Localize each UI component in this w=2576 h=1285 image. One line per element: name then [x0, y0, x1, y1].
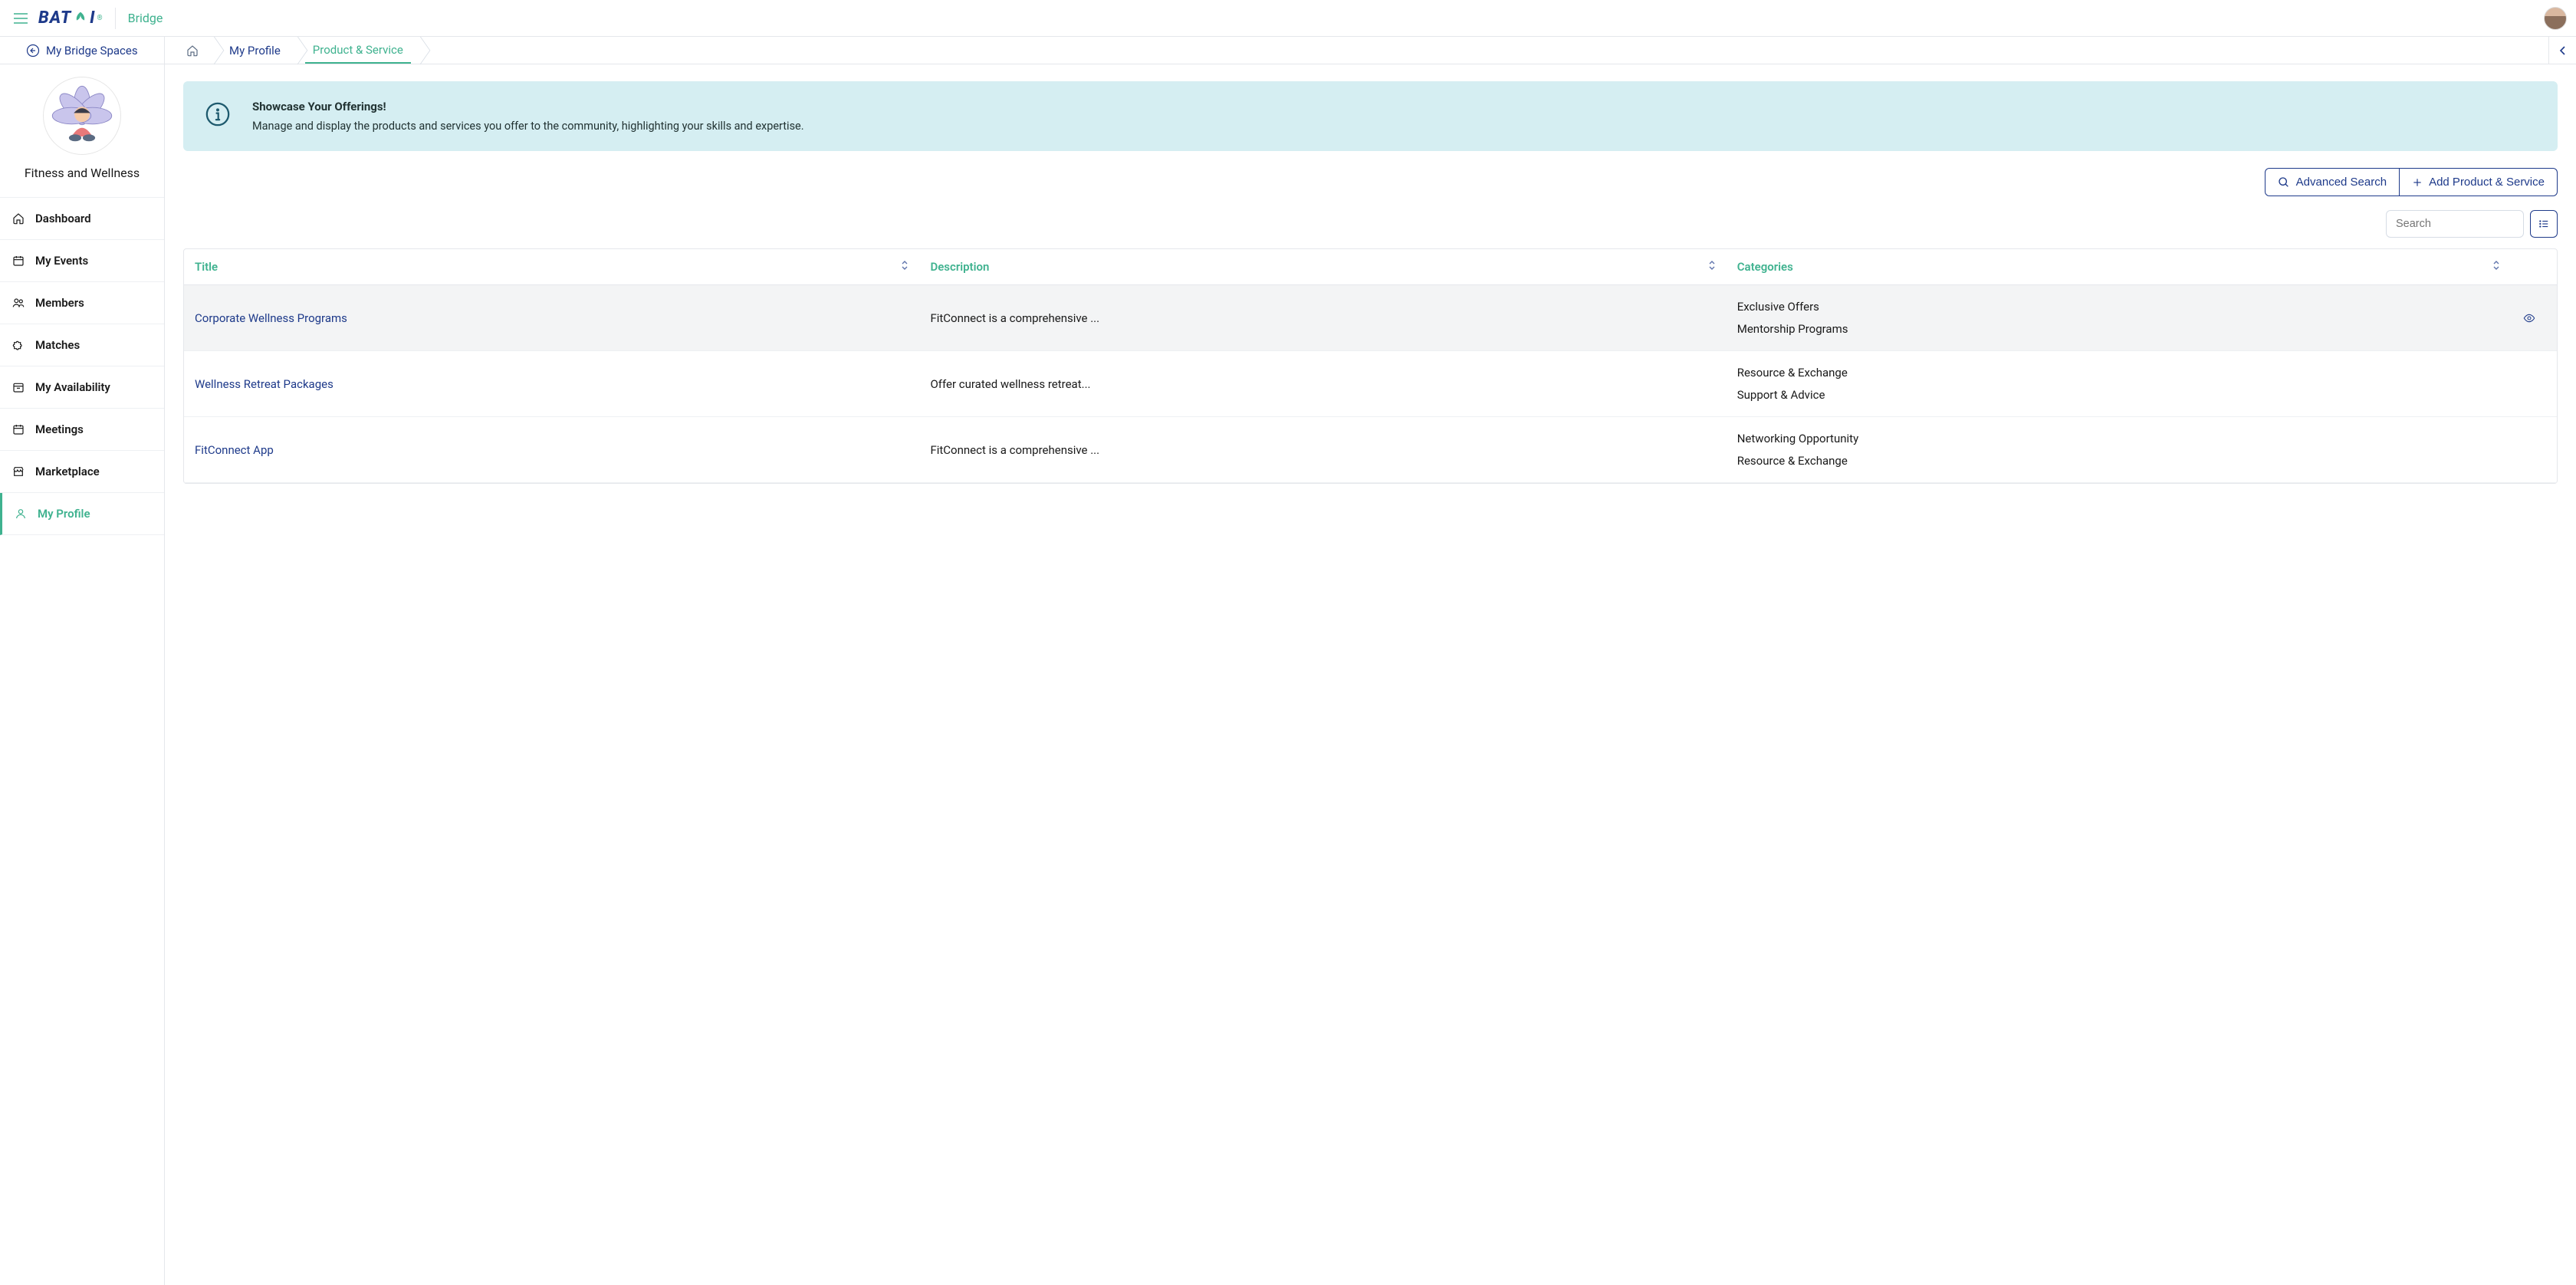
main-content: Showcase Your Offerings! Manage and disp…: [165, 64, 2576, 1285]
space-header: Fitness and Wellness: [0, 64, 164, 198]
users-icon: [12, 297, 26, 309]
breadcrumb-bar: My Bridge Spaces My Profile Product & Se…: [0, 37, 2576, 64]
sidebar-item-members: Members: [0, 282, 164, 324]
breadcrumb-product-service[interactable]: Product & Service: [305, 37, 411, 64]
app-name[interactable]: Bridge: [128, 11, 163, 25]
space-title: Fitness and Wellness: [25, 166, 140, 180]
search-input[interactable]: [2386, 210, 2524, 238]
sort-icon[interactable]: [1708, 260, 1716, 271]
row-categories: Networking OpportunityResource & Exchang…: [1727, 417, 2511, 483]
sidebar-item-label: My Events: [35, 254, 88, 268]
logo-text-1: BAT: [38, 8, 71, 28]
sidebar-nav: Dashboard My Events Members Matches My A…: [0, 198, 164, 535]
row-title-link[interactable]: Wellness Retreat Packages: [195, 377, 334, 391]
breadcrumb-my-profile[interactable]: My Profile: [222, 37, 288, 64]
space-avatar: [43, 77, 121, 155]
button-label: Add Product & Service: [2429, 176, 2545, 189]
row-categories: Resource & ExchangeSupport & Advice: [1727, 351, 2511, 417]
puzzle-icon: [12, 339, 26, 351]
collapse-panel-button[interactable]: [2548, 37, 2576, 64]
sidebar-item-my-events: My Events: [0, 240, 164, 282]
info-icon: [205, 101, 231, 127]
sidebar-item-label: My Profile: [38, 507, 90, 521]
banner-title: Showcase Your Offerings!: [252, 100, 804, 113]
brand-logo[interactable]: BAT I ®: [38, 8, 116, 29]
row-description: Offer curated wellness retreat...: [919, 351, 1726, 417]
calendar-icon: [12, 423, 26, 435]
calendar-icon: [12, 255, 26, 267]
button-label: Advanced Search: [2296, 176, 2387, 189]
arrow-left-circle-icon: [26, 44, 40, 58]
leaf-icon: [73, 11, 88, 26]
search-icon: [2278, 176, 2290, 189]
menu-toggle-icon[interactable]: [9, 8, 32, 28]
sidebar: Fitness and Wellness Dashboard My Events…: [0, 64, 165, 1285]
sidebar-item-label: Dashboard: [35, 212, 91, 225]
sidebar-item-marketplace: Marketplace: [0, 451, 164, 493]
action-row: Advanced Search Add Product & Service: [183, 168, 2558, 196]
column-header-description[interactable]: Description: [919, 249, 1726, 285]
products-table: Title Description Categories Corporate W…: [183, 248, 2558, 484]
user-icon: [15, 508, 28, 520]
sidebar-item-label: Meetings: [35, 422, 84, 436]
sidebar-item-label: My Availability: [35, 380, 110, 394]
banner-text: Manage and display the products and serv…: [252, 120, 804, 133]
breadcrumb-separator: [411, 37, 428, 64]
info-banner: Showcase Your Offerings! Manage and disp…: [183, 81, 2558, 151]
store-icon: [12, 465, 26, 478]
row-categories: Exclusive OffersMentorship Programs: [1727, 285, 2511, 351]
table-row[interactable]: Corporate Wellness Programs FitConnect is…: [184, 285, 2557, 351]
row-title-link[interactable]: Corporate Wellness Programs: [195, 311, 347, 325]
advanced-search-button[interactable]: Advanced Search: [2265, 168, 2400, 196]
row-title-link[interactable]: FitConnect App: [195, 443, 274, 457]
sidebar-item-label: Marketplace: [35, 465, 100, 478]
registered-mark: ®: [97, 15, 103, 22]
search-row: [183, 210, 2558, 238]
column-header-title[interactable]: Title: [184, 249, 919, 285]
plus-icon: [2412, 177, 2423, 188]
calendar-check-icon: [12, 381, 26, 393]
sidebar-item-dashboard: Dashboard: [0, 198, 164, 240]
breadcrumb-separator: [205, 37, 222, 64]
sidebar-item-matches: Matches: [0, 324, 164, 366]
sidebar-item-label: Matches: [35, 338, 80, 352]
sidebar-item-meetings: Meetings: [0, 409, 164, 451]
home-icon: [12, 212, 26, 225]
add-product-service-button[interactable]: Add Product & Service: [2400, 168, 2558, 196]
sidebar-item-my-availability: My Availability: [0, 366, 164, 409]
logo-text-2: I: [90, 8, 95, 28]
table-row[interactable]: Wellness Retreat Packages Offer curated w…: [184, 351, 2557, 417]
sort-icon[interactable]: [2492, 260, 2500, 271]
back-to-spaces-link[interactable]: My Bridge Spaces: [0, 37, 165, 64]
table-row[interactable]: FitConnect App FitConnect is a comprehens…: [184, 417, 2557, 483]
back-label: My Bridge Spaces: [46, 44, 138, 58]
breadcrumb: My Profile Product & Service: [165, 37, 428, 64]
row-description: FitConnect is a comprehensive ...: [919, 417, 1726, 483]
topbar: BAT I ® Bridge: [0, 0, 2576, 37]
sidebar-item-my-profile: My Profile: [0, 493, 164, 535]
column-header-actions: [2511, 249, 2557, 285]
user-avatar[interactable]: [2544, 7, 2567, 30]
breadcrumb-separator: [288, 37, 305, 64]
column-header-categories[interactable]: Categories: [1727, 249, 2511, 285]
home-icon[interactable]: [180, 44, 205, 57]
sidebar-item-label: Members: [35, 296, 84, 310]
row-description: FitConnect is a comprehensive ...: [919, 285, 1726, 351]
view-icon[interactable]: [2522, 312, 2546, 324]
list-view-toggle-button[interactable]: [2530, 210, 2558, 238]
sort-icon[interactable]: [901, 260, 909, 271]
